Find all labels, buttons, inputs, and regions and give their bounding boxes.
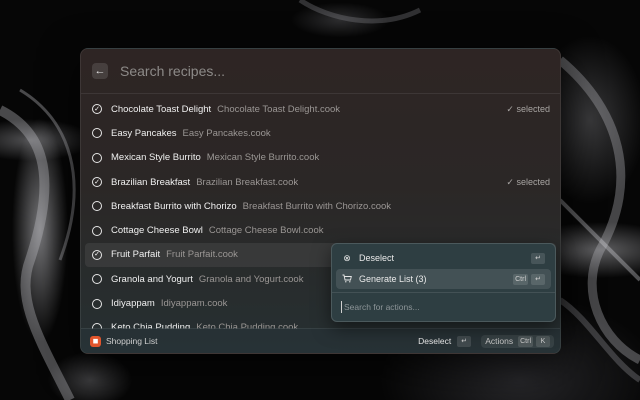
recipe-title: Granola and Yogurt — [111, 273, 193, 285]
empty-circle-icon[interactable] — [92, 128, 102, 139]
search-input[interactable] — [118, 62, 502, 80]
recipe-title: Breakfast Burrito with Chorizo — [111, 200, 237, 212]
action-search-input[interactable] — [341, 301, 546, 313]
recipe-filename: Chocolate Toast Delight.cook — [217, 103, 341, 115]
recipe-row[interactable]: Mexican Style Burrito Mexican Style Burri… — [81, 146, 560, 170]
recipe-row[interactable]: Easy Pancakes Easy Pancakes.cook — [81, 121, 560, 145]
selected-tag: ✓ selected — [506, 176, 550, 187]
back-button[interactable]: ← — [92, 63, 108, 79]
checked-circle-icon[interactable]: ✓ — [92, 104, 102, 115]
action-panel: ⊗ Deselect ↵ Generate List (3) Ctrl ↵ — [331, 243, 556, 322]
empty-circle-icon[interactable] — [92, 152, 102, 163]
recipe-row[interactable]: ✓ Chocolate Toast Delight Chocolate Toast … — [81, 97, 560, 121]
empty-circle-icon[interactable] — [92, 201, 102, 212]
recipe-title: Fruit Parfait — [111, 249, 161, 261]
recipe-filename: Breakfast Burrito with Chorizo.cook — [242, 200, 392, 212]
ctrl-key-hint: Ctrl — [513, 273, 528, 285]
actions-label: Actions — [485, 336, 514, 346]
recipe-title: Cottage Cheese Bowl — [111, 225, 203, 237]
action-generate-list[interactable]: Generate List (3) Ctrl ↵ — [336, 269, 551, 289]
footer-app-name: Shopping List — [106, 336, 158, 346]
action-label: Generate List (3) — [359, 274, 427, 284]
action-deselect[interactable]: ⊗ Deselect ↵ — [336, 248, 551, 268]
recipe-title: Mexican Style Burrito — [111, 152, 201, 164]
action-keys: Ctrl ↵ — [510, 273, 545, 285]
recipe-row[interactable]: Cottage Cheese Bowl Cottage Cheese Bowl.c… — [81, 218, 560, 242]
action-keys: ↵ — [528, 252, 545, 264]
enter-key-hint: ↵ — [531, 273, 545, 285]
ctrl-key-hint: Ctrl — [518, 335, 533, 347]
recipe-filename: Mexican Style Burrito.cook — [206, 152, 320, 164]
checked-circle-icon[interactable]: ✓ — [92, 249, 102, 260]
recipe-title: Easy Pancakes — [111, 127, 177, 139]
recipe-filename: Granola and Yogurt.cook — [198, 273, 304, 285]
empty-circle-icon[interactable] — [92, 274, 102, 285]
recipe-title: Chocolate Toast Delight — [111, 103, 212, 115]
search-bar: ← — [81, 49, 560, 94]
recipe-title: Idiyappam — [111, 298, 155, 310]
recipe-row[interactable]: Breakfast Burrito with Chorizo Breakfast … — [81, 194, 560, 218]
footer-primary-action[interactable]: Deselect — [418, 336, 451, 346]
checked-circle-icon[interactable]: ✓ — [92, 177, 102, 188]
empty-circle-icon[interactable] — [92, 298, 102, 309]
enter-key-hint: ↵ — [531, 252, 545, 264]
recipe-filename: Brazilian Breakfast.cook — [196, 176, 299, 188]
footer-bar: ◼ Shopping List Deselect ↵ Actions Ctrl … — [81, 328, 560, 353]
shopping-basket-icon: ◼ — [90, 335, 101, 347]
recipe-filename: Idiyappam.cook — [160, 298, 228, 310]
enter-key-hint: ↵ — [457, 335, 472, 347]
recipe-filename: Fruit Parfait.cook — [166, 249, 238, 261]
empty-circle-icon[interactable] — [92, 225, 102, 236]
recipe-row[interactable]: ✓ Brazilian Breakfast Brazilian Breakfast.… — [81, 170, 560, 194]
selected-tag: ✓ selected — [506, 103, 550, 114]
deselect-icon: ⊗ — [343, 252, 351, 263]
recipe-filename: Cottage Cheese Bowl.cook — [208, 225, 324, 237]
k-key-hint: K — [536, 335, 550, 347]
actions-button[interactable]: Actions Ctrl K — [481, 334, 554, 348]
arrow-left-icon: ← — [94, 65, 106, 77]
recipe-filename: Easy Pancakes.cook — [182, 127, 271, 139]
action-label: Deselect — [359, 253, 395, 263]
divider — [332, 292, 555, 293]
cart-icon — [342, 274, 352, 285]
footer-actions: Deselect ↵ Actions Ctrl K — [418, 334, 554, 348]
recipe-title: Brazilian Breakfast — [111, 176, 191, 188]
